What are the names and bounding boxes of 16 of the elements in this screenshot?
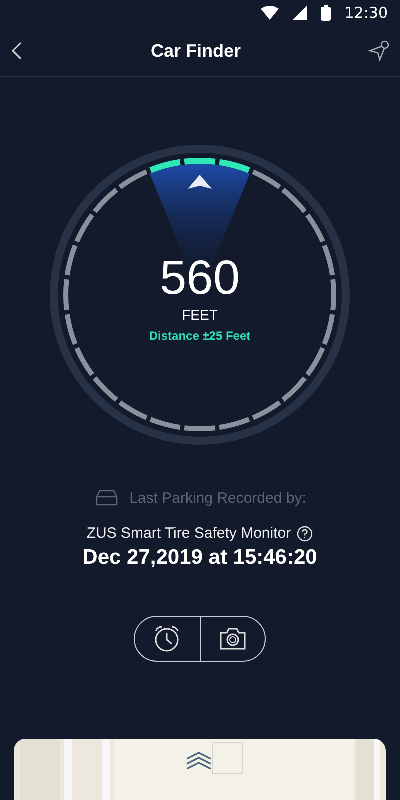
parking-datetime: Dec 27,2019 at 15:46:20: [82, 546, 318, 570]
accuracy-text: Distance ±25 Feet: [149, 329, 251, 343]
signal-icon: [292, 6, 307, 20]
alarm-clock-icon: [153, 625, 182, 653]
clock-time: 12:30: [344, 4, 388, 22]
wifi-icon: [260, 6, 279, 20]
expand-handle-icon[interactable]: [186, 751, 212, 769]
last-parking-label: Last Parking Recorded by:: [130, 490, 306, 506]
distance-unit: FEET: [182, 307, 218, 323]
source-device-name: ZUS Smart Tire Safety Monitor: [86, 525, 292, 542]
screen-title: Car Finder: [150, 40, 242, 62]
location-settings-button[interactable]: [366, 38, 392, 64]
help-icon[interactable]: [297, 526, 314, 542]
distance-value: 560: [160, 253, 240, 305]
camera-icon: [218, 627, 247, 651]
battery-icon: [320, 5, 331, 21]
